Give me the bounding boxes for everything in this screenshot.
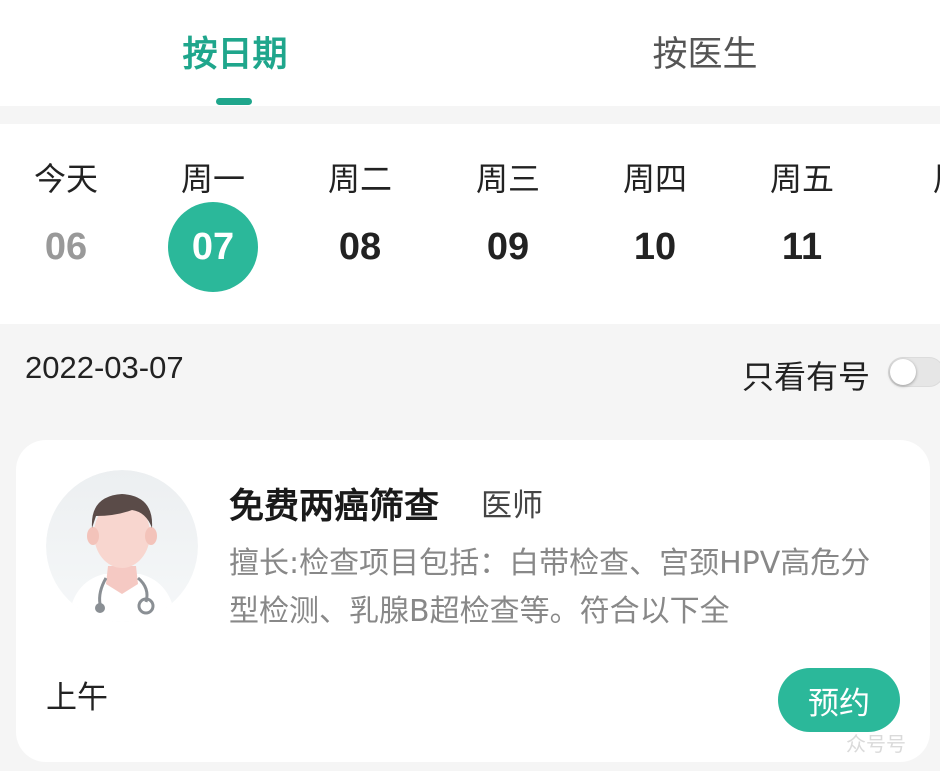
only-available-toggle[interactable] [888, 357, 940, 387]
booking-page: 按日期 按医生 今天 06 周一 07 周二 08 周三 09 周四 10 周五 [0, 0, 940, 771]
tab-by-date-label: 按日期 [182, 35, 288, 75]
watermark: 众号号 [846, 732, 906, 756]
day-date: 09 [486, 225, 530, 268]
doctor-description: 擅长:检查项目包括：白带检查、宫颈HPV高危分型检测、乳腺B超检查等。符合以下全 [229, 546, 871, 629]
doctor-title: 医师 [481, 488, 543, 524]
tab-by-doctor-label: 按医生 [652, 35, 758, 75]
day-date-selected: 07 [168, 202, 258, 292]
tab-by-date[interactable]: 按日期 [0, 0, 470, 106]
tab-bar: 按日期 按医生 [0, 0, 940, 106]
active-tab-indicator [216, 98, 252, 105]
day-item-today[interactable]: 今天 06 [20, 124, 112, 324]
day-weekday: 今天 [33, 160, 98, 198]
day-weekday: 周五 [769, 160, 834, 198]
day-item-monday[interactable]: 周一 07 [167, 124, 259, 324]
day-item-wednesday[interactable]: 周三 09 [462, 124, 554, 324]
book-button[interactable]: 预约 [778, 668, 900, 732]
day-date: 10 [633, 225, 677, 268]
day-weekday: 周一 [180, 160, 245, 198]
day-item-friday[interactable]: 周五 11 [756, 124, 848, 324]
day-date: 06 [44, 225, 88, 268]
day-weekday: 周四 [622, 160, 687, 198]
day-weekday: 周三 [475, 160, 540, 198]
date-strip[interactable]: 今天 06 周一 07 周二 08 周三 09 周四 10 周五 11 周 1 [0, 124, 940, 324]
tab-by-doctor[interactable]: 按医生 [470, 0, 940, 106]
doctor-avatar [46, 470, 198, 622]
day-date: 1 [904, 202, 940, 292]
toggle-knob [890, 359, 916, 385]
day-weekday: 周 [903, 154, 940, 200]
doctor-card[interactable]: 免费两癌筛查 医师 擅长:检查项目包括：白带检查、宫颈HPV高危分型检测、乳腺B… [16, 440, 930, 762]
day-item-saturday[interactable]: 周 1 [903, 124, 940, 324]
only-available-label: 只看有号 [742, 358, 871, 396]
filter-row: 2022-03-07 只看有号 [0, 324, 940, 420]
time-period-label: 上午 [46, 680, 108, 716]
day-weekday: 周二 [327, 160, 392, 198]
day-item-tuesday[interactable]: 周二 08 [314, 124, 406, 324]
doctor-name: 免费两癌筛查 [229, 487, 440, 527]
selected-date-label: 2022-03-07 [25, 350, 184, 385]
day-item-thursday[interactable]: 周四 10 [609, 124, 701, 324]
doctor-avatar-icon [46, 470, 198, 622]
day-date: 08 [338, 225, 382, 268]
day-date: 11 [781, 225, 823, 268]
